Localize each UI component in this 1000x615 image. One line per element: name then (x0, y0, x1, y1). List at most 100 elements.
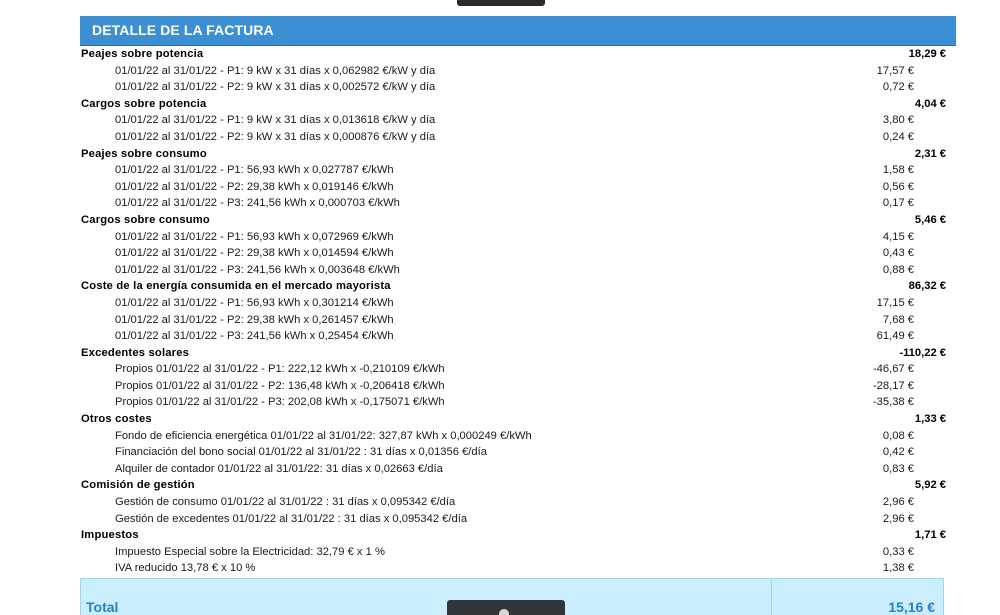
section-header: Cargos sobre potencia 4,04 € (80, 96, 956, 113)
line-item: Alquiler de contador 01/01/22 al 31/01/2… (80, 461, 956, 478)
line-item-amount: -28,17 € (872, 379, 914, 392)
line-item-description: 01/01/22 al 31/01/22 - P2: 29,38 kWh x 0… (115, 180, 394, 193)
section-amount: 5,46 € (914, 213, 946, 226)
line-item-description: Financiación del bono social 01/01/22 al… (115, 446, 487, 459)
line-item: 01/01/22 al 31/01/22 - P1: 56,93 kWh x 0… (80, 229, 956, 246)
line-item-amount: 2,96 € (882, 496, 914, 509)
line-item: Impuesto Especial sobre la Electricidad:… (80, 544, 956, 561)
line-item-amount: 0,88 € (882, 263, 914, 276)
line-item-description: Propios 01/01/22 al 31/01/22 - P2: 136,4… (115, 379, 445, 392)
line-item-amount: 0,17 € (882, 197, 914, 210)
section-header: Cargos sobre consumo 5,46 € (80, 212, 956, 229)
section-title: Cargos sobre potencia (81, 97, 207, 110)
invoice-detail-header: DETALLE DE LA FACTURA (80, 16, 956, 46)
section-amount: 18,29 € (908, 48, 946, 60)
line-item: Propios 01/01/22 al 31/01/22 - P3: 202,0… (80, 394, 956, 411)
line-item: 01/01/22 al 31/01/22 - P3: 241,56 kWh x … (80, 195, 956, 212)
section-title: Cargos sobre consumo (81, 213, 210, 226)
line-item: Propios 01/01/22 al 31/01/22 - P1: 222,1… (80, 361, 956, 378)
total-label: Total (86, 599, 119, 615)
line-item-description: 01/01/22 al 31/01/22 - P2: 29,38 kWh x 0… (115, 313, 394, 326)
line-item-description: 01/01/22 al 31/01/22 - P1: 56,93 kWh x 0… (115, 296, 394, 309)
line-item: 01/01/22 al 31/01/22 - P1: 56,93 kWh x 0… (80, 295, 956, 312)
line-item-description: 01/01/22 al 31/01/22 - P3: 241,56 kWh x … (115, 330, 394, 343)
line-item-description: Alquiler de contador 01/01/22 al 31/01/2… (115, 462, 443, 475)
line-item-description: 01/01/22 al 31/01/22 - P2: 9 kW x 31 día… (115, 81, 436, 94)
line-item-amount: 0,56 € (882, 180, 914, 193)
line-item: IVA reducido 13,78 € x 10 % 1,38 € (80, 560, 956, 577)
line-item-description: Propios 01/01/22 al 31/01/22 - P3: 202,0… (115, 396, 445, 409)
section-title: Comisión de gestión (81, 479, 195, 492)
section-header: Impuestos 1,71 € (80, 527, 956, 544)
line-item-description: Propios 01/01/22 al 31/01/22 - P1: 222,1… (115, 363, 445, 376)
viewer-bottom-toolbar[interactable] (447, 600, 565, 615)
line-item-amount: 0,42 € (882, 446, 914, 459)
line-item-description: 01/01/22 al 31/01/22 - P3: 241,56 kWh x … (115, 263, 400, 276)
line-item-amount: 4,15 € (882, 230, 914, 243)
section-header: Peajes sobre consumo 2,31 € (80, 146, 956, 163)
line-item-amount: 0,24 € (882, 130, 914, 143)
line-item-amount: 1,38 € (882, 562, 914, 575)
line-item: 01/01/22 al 31/01/22 - P1: 56,93 kWh x 0… (80, 162, 956, 179)
line-item-description: 01/01/22 al 31/01/22 - P1: 9 kW x 31 día… (115, 64, 436, 77)
line-item-description: 01/01/22 al 31/01/22 - P1: 56,93 kWh x 0… (115, 164, 394, 177)
line-item: Gestión de consumo 01/01/22 al 31/01/22 … (80, 494, 956, 511)
line-item: 01/01/22 al 31/01/22 - P2: 29,38 kWh x 0… (80, 179, 956, 196)
line-item-amount: -46,67 € (872, 363, 914, 376)
line-item-description: Gestión de consumo 01/01/22 al 31/01/22 … (115, 496, 456, 509)
line-item-amount: 17,15 € (876, 296, 914, 309)
line-item-amount: 3,80 € (882, 114, 914, 127)
section-amount: 1,33 € (914, 413, 946, 426)
section-title: Coste de la energía consumida en el merc… (81, 280, 391, 293)
line-item-amount: 0,08 € (882, 429, 914, 442)
line-item-amount: 17,57 € (876, 64, 914, 77)
section-header: Peajes sobre potencia 18,29 € (80, 46, 956, 63)
line-item: Propios 01/01/22 al 31/01/22 - P2: 136,4… (80, 378, 956, 395)
section-title: Impuestos (81, 529, 139, 542)
line-item-description: 01/01/22 al 31/01/22 - P2: 29,38 kWh x 0… (115, 247, 394, 260)
section-title: Peajes sobre consumo (81, 147, 207, 160)
section-title: Excedentes solares (81, 346, 190, 359)
line-item-amount: 61,49 € (876, 330, 914, 343)
line-item-description: 01/01/22 al 31/01/22 - P3: 241,56 kWh x … (115, 197, 400, 210)
line-item: 01/01/22 al 31/01/22 - P2: 29,38 kWh x 0… (80, 312, 956, 329)
section-header: Otros costes 1,33 € (80, 411, 956, 428)
section-header: Comisión de gestión 5,92 € (80, 477, 956, 494)
line-item: Financiación del bono social 01/01/22 al… (80, 444, 956, 461)
line-item: 01/01/22 al 31/01/22 - P2: 9 kW x 31 día… (80, 79, 956, 96)
line-item-amount: -35,38 € (872, 396, 914, 409)
section-amount: 5,92 € (914, 479, 946, 492)
line-item-amount: 0,43 € (882, 247, 914, 260)
toolbar-icon[interactable] (499, 609, 509, 615)
line-item: 01/01/22 al 31/01/22 - P3: 241,56 kWh x … (80, 262, 956, 279)
line-item-amount: 1,58 € (882, 164, 914, 177)
line-item: 01/01/22 al 31/01/22 - P2: 29,38 kWh x 0… (80, 245, 956, 262)
total-column-divider (771, 579, 772, 615)
line-item-amount: 0,83 € (882, 462, 914, 475)
line-item-description: IVA reducido 13,78 € x 10 % (115, 562, 256, 575)
section-title: Otros costes (81, 413, 152, 426)
line-item-description: Fondo de eficiencia energética 01/01/22 … (115, 429, 532, 442)
section-amount: -110,22 € (899, 346, 946, 359)
section-amount: 2,31 € (914, 147, 946, 160)
section-header: Excedentes solares -110,22 € (80, 345, 956, 362)
invoice-lines: Peajes sobre potencia 18,29 € 01/01/22 al … (80, 46, 956, 577)
section-title: Peajes sobre potencia (81, 48, 204, 60)
line-item: Fondo de eficiencia energética 01/01/22 … (80, 428, 956, 445)
line-item-amount: 0,33 € (882, 545, 914, 558)
line-item-amount: 2,96 € (882, 512, 914, 525)
line-item-description: Impuesto Especial sobre la Electricidad:… (115, 545, 385, 558)
line-item-amount: 0,72 € (882, 81, 914, 94)
line-item-amount: 7,68 € (882, 313, 914, 326)
section-amount: 86,32 € (908, 280, 946, 293)
section-amount: 4,04 € (914, 97, 946, 110)
viewer-top-handle[interactable] (457, 0, 545, 6)
line-item: 01/01/22 al 31/01/22 - P1: 9 kW x 31 día… (80, 112, 956, 129)
line-item: 01/01/22 al 31/01/22 - P3: 241,56 kWh x … (80, 328, 956, 345)
line-item: 01/01/22 al 31/01/22 - P2: 9 kW x 31 día… (80, 129, 956, 146)
line-item: Gestión de excedentes 01/01/22 al 31/01/… (80, 511, 956, 528)
line-item-description: 01/01/22 al 31/01/22 - P1: 9 kW x 31 día… (115, 114, 436, 127)
total-amount: 15,16 € (888, 599, 935, 615)
line-item-description: 01/01/22 al 31/01/22 - P1: 56,93 kWh x 0… (115, 230, 394, 243)
section-amount: 1,71 € (914, 529, 946, 542)
